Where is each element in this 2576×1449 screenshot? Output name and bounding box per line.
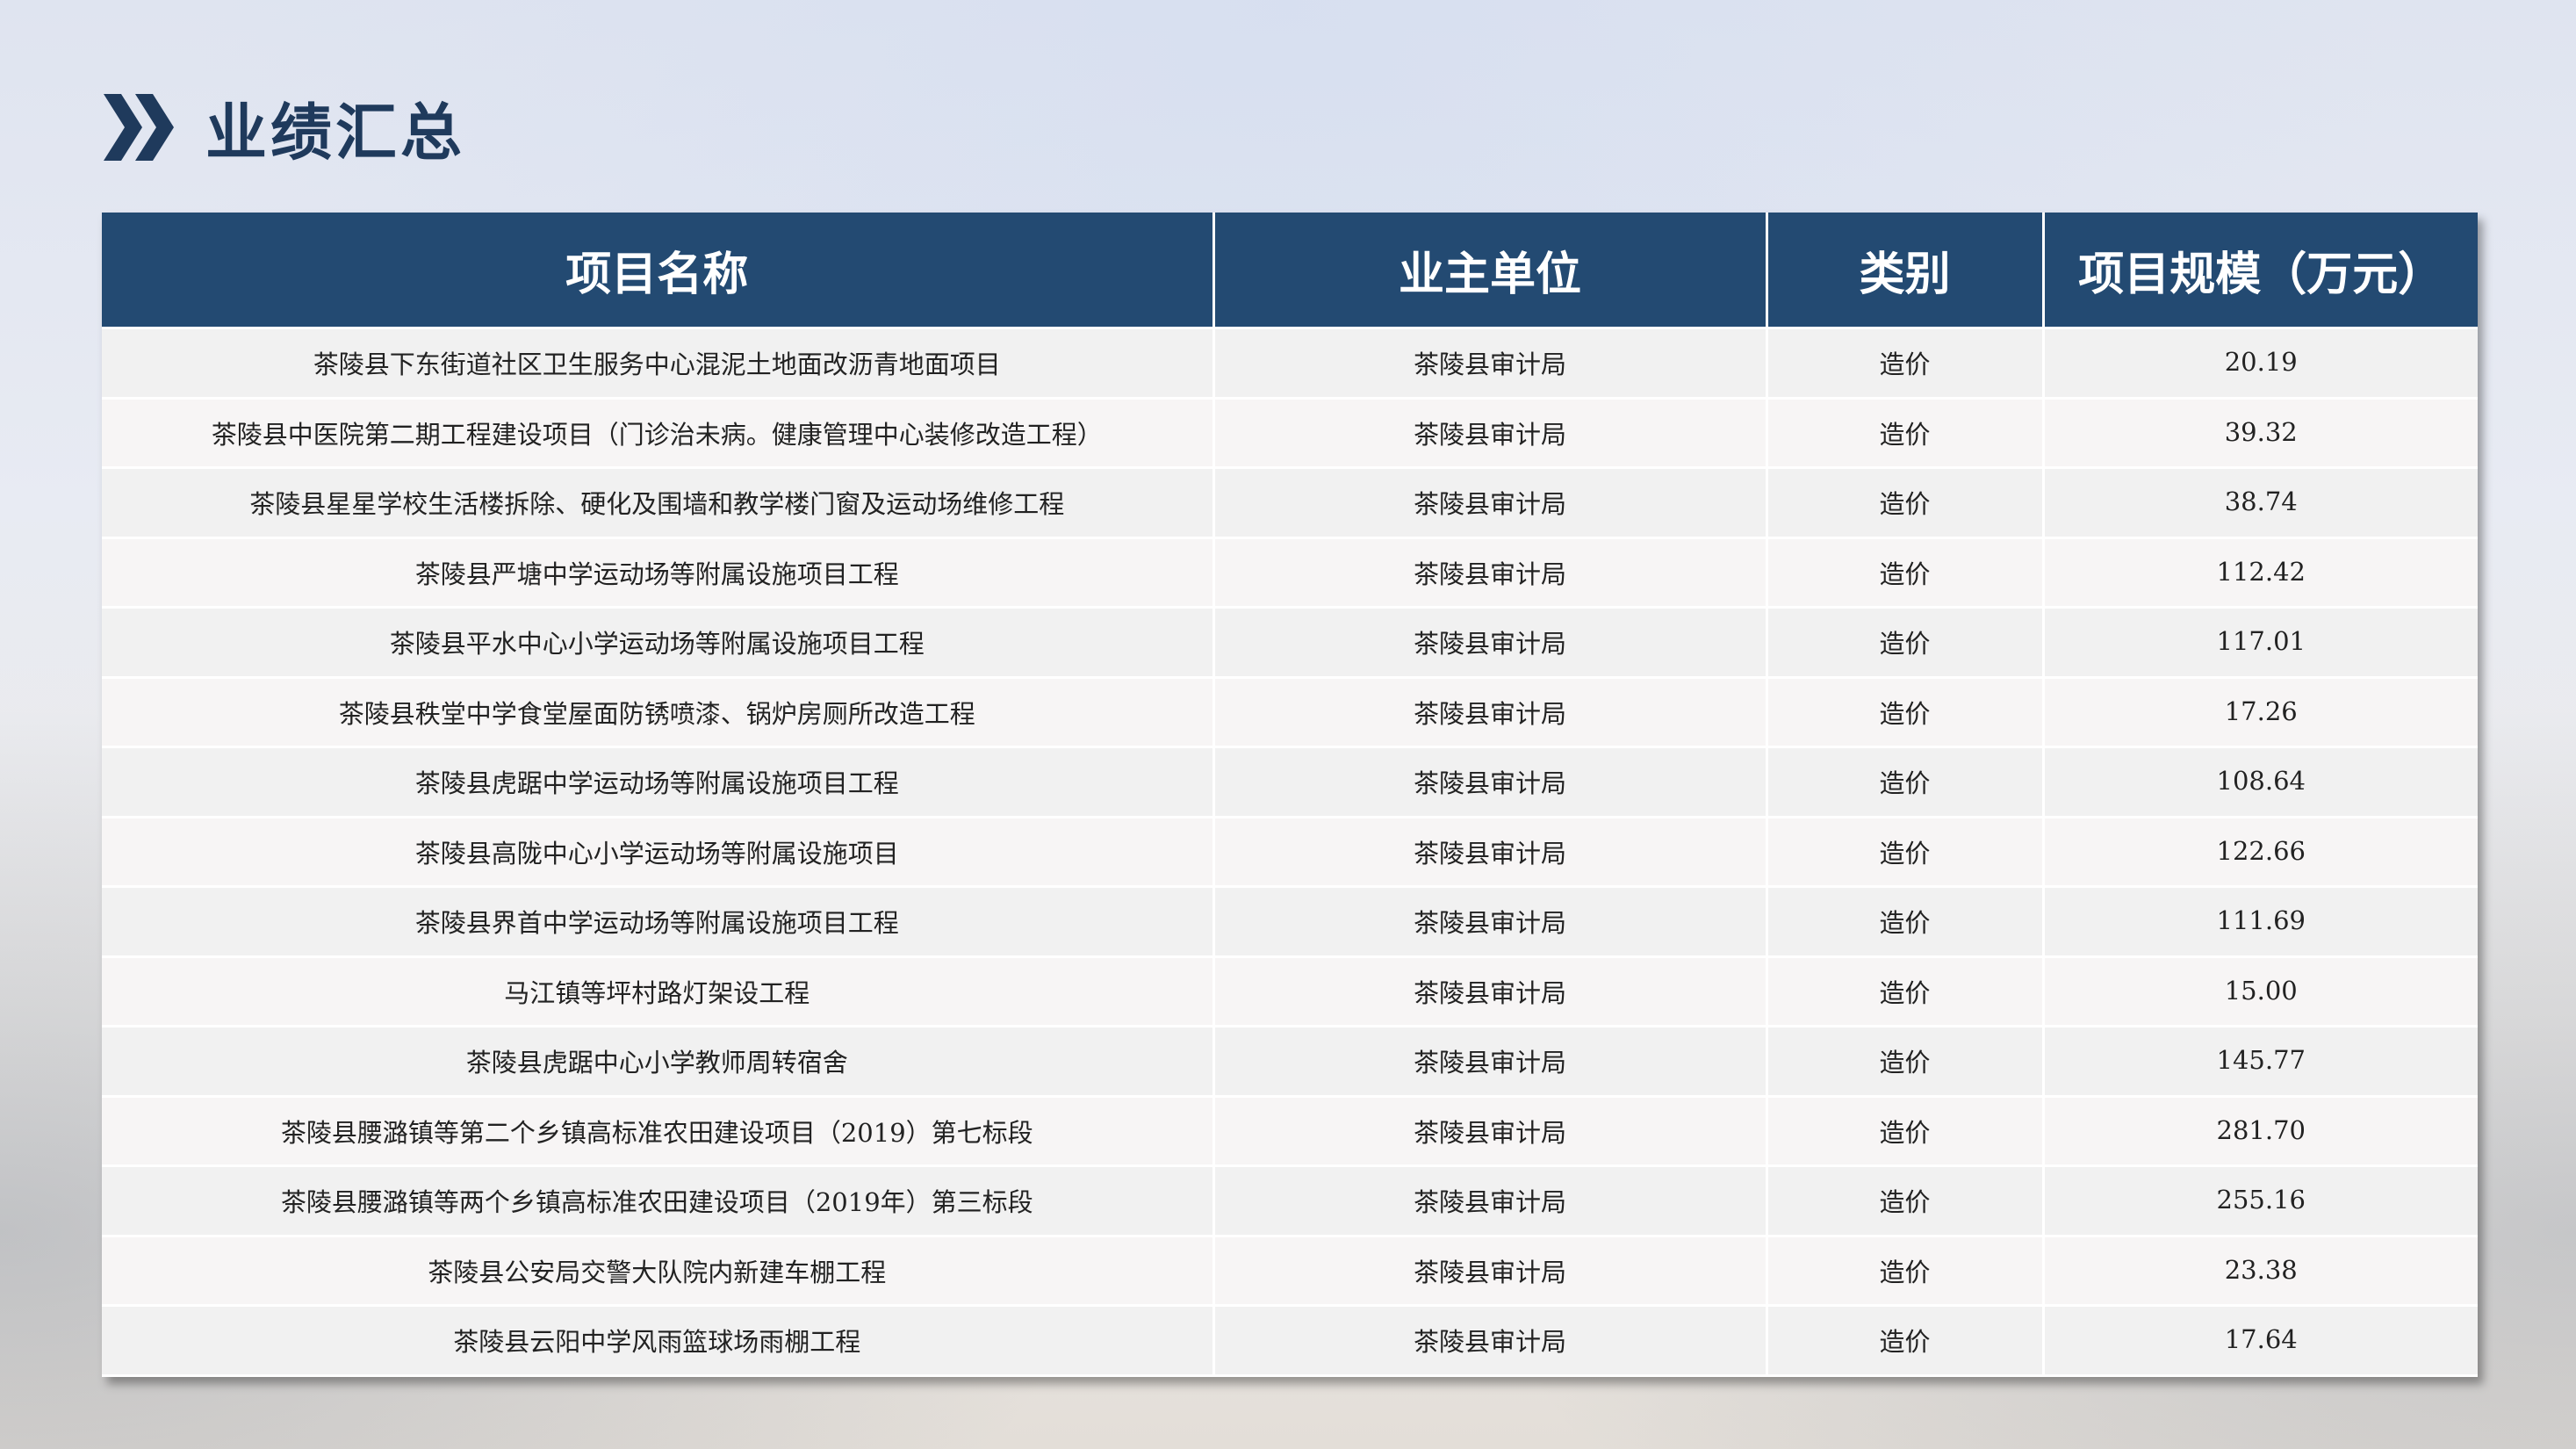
owner-cell: 茶陵县审计局 xyxy=(1213,956,1768,1027)
double-chevron-right-icon xyxy=(104,94,174,161)
scale-cell: 122.66 xyxy=(2043,817,2478,888)
table-row: 茶陵县高陇中心小学运动场等附属设施项目 茶陵县审计局 造价 122.66 xyxy=(102,817,2478,888)
project-name-cell: 茶陵县严塘中学运动场等附属设施项目工程 xyxy=(102,537,1215,609)
category-cell: 造价 xyxy=(1767,746,2045,818)
owner-cell: 茶陵县审计局 xyxy=(1213,1026,1768,1098)
table-row: 茶陵县下东街道社区卫生服务中心混泥土地面改沥青地面项目 茶陵县审计局 造价 20.19 xyxy=(102,328,2478,400)
scale-cell: 111.69 xyxy=(2043,886,2478,958)
project-name-cell: 茶陵县下东街道社区卫生服务中心混泥土地面改沥青地面项目 xyxy=(102,328,1215,400)
owner-cell: 茶陵县审计局 xyxy=(1213,1236,1768,1307)
owner-cell: 茶陵县审计局 xyxy=(1213,1305,1768,1377)
column-header-project-name: 项目名称 xyxy=(102,213,1215,329)
owner-cell: 茶陵县审计局 xyxy=(1213,607,1768,679)
project-name-cell: 茶陵县高陇中心小学运动场等附属设施项目 xyxy=(102,817,1215,888)
project-name-cell: 茶陵县公安局交警大队院内新建车棚工程 xyxy=(102,1236,1215,1307)
scale-cell: 281.70 xyxy=(2043,1096,2478,1167)
scale-cell: 23.38 xyxy=(2043,1236,2478,1307)
owner-cell: 茶陵县审计局 xyxy=(1213,746,1768,818)
project-name-cell: 茶陵县虎踞中心小学教师周转宿舍 xyxy=(102,1026,1215,1098)
table-row: 茶陵县星星学校生活楼拆除、硬化及围墙和教学楼门窗及运动场维修工程 茶陵县审计局 造价… xyxy=(102,467,2478,539)
category-cell: 造价 xyxy=(1767,1026,2045,1098)
category-cell: 造价 xyxy=(1767,1236,2045,1307)
category-cell: 造价 xyxy=(1767,537,2045,609)
table-header-row: 项目名称 业主单位 类别 项目规模（万元） xyxy=(102,213,2478,329)
owner-cell: 茶陵县审计局 xyxy=(1213,1096,1768,1167)
scale-cell: 39.32 xyxy=(2043,398,2478,469)
scale-cell: 38.74 xyxy=(2043,467,2478,539)
category-cell: 造价 xyxy=(1767,328,2045,400)
owner-cell: 茶陵县审计局 xyxy=(1213,817,1768,888)
scale-cell: 15.00 xyxy=(2043,956,2478,1027)
project-name-cell: 茶陵县星星学校生活楼拆除、硬化及围墙和教学楼门窗及运动场维修工程 xyxy=(102,467,1215,539)
page-title: 业绩汇总 xyxy=(205,96,465,169)
table-row: 茶陵县公安局交警大队院内新建车棚工程 茶陵县审计局 造价 23.38 xyxy=(102,1236,2478,1307)
table-row: 茶陵县中医院第二期工程建设项目（门诊治未病。健康管理中心装修改造工程） 茶陵县审计… xyxy=(102,398,2478,469)
category-cell: 造价 xyxy=(1767,956,2045,1027)
table-body: 茶陵县下东街道社区卫生服务中心混泥土地面改沥青地面项目 茶陵县审计局 造价 20.19… xyxy=(102,328,2478,1377)
scale-cell: 255.16 xyxy=(2043,1165,2478,1237)
column-header-category: 类别 xyxy=(1767,213,2045,329)
scale-cell: 145.77 xyxy=(2043,1026,2478,1098)
table-row: 茶陵县界首中学运动场等附属设施项目工程 茶陵县审计局 造价 111.69 xyxy=(102,886,2478,958)
table-row: 茶陵县虎踞中心小学教师周转宿舍 茶陵县审计局 造价 145.77 xyxy=(102,1026,2478,1098)
table-row: 马江镇等坪村路灯架设工程 茶陵县审计局 造价 15.00 xyxy=(102,956,2478,1027)
owner-cell: 茶陵县审计局 xyxy=(1213,886,1768,958)
project-name-cell: 茶陵县腰潞镇等两个乡镇高标准农田建设项目（2019年）第三标段 xyxy=(102,1165,1215,1237)
project-name-cell: 茶陵县云阳中学风雨篮球场雨棚工程 xyxy=(102,1305,1215,1377)
project-name-cell: 茶陵县虎踞中学运动场等附属设施项目工程 xyxy=(102,746,1215,818)
category-cell: 造价 xyxy=(1767,398,2045,469)
table-row: 茶陵县平水中心小学运动场等附属设施项目工程 茶陵县审计局 造价 117.01 xyxy=(102,607,2478,679)
table-row: 茶陵县腰潞镇等两个乡镇高标准农田建设项目（2019年）第三标段 茶陵县审计局 造价 2… xyxy=(102,1165,2478,1237)
owner-cell: 茶陵县审计局 xyxy=(1213,677,1768,748)
performance-table-container: 项目名称 业主单位 类别 项目规模（万元） 茶陵县下东街道社区卫生服务中心混泥土… xyxy=(102,213,2478,1377)
category-cell: 造价 xyxy=(1767,607,2045,679)
project-name-cell: 茶陵县腰潞镇等第二个乡镇高标准农田建设项目（2019）第七标段 xyxy=(102,1096,1215,1167)
scale-cell: 117.01 xyxy=(2043,607,2478,679)
performance-table: 项目名称 业主单位 类别 项目规模（万元） 茶陵县下东街道社区卫生服务中心混泥土… xyxy=(102,213,2478,1377)
owner-cell: 茶陵县审计局 xyxy=(1213,1165,1768,1237)
category-cell: 造价 xyxy=(1767,1096,2045,1167)
scale-cell: 17.64 xyxy=(2043,1305,2478,1377)
table-row: 茶陵县虎踞中学运动场等附属设施项目工程 茶陵县审计局 造价 108.64 xyxy=(102,746,2478,818)
scale-cell: 20.19 xyxy=(2043,328,2478,400)
table-row: 茶陵县秩堂中学食堂屋面防锈喷漆、锅炉房厕所改造工程 茶陵县审计局 造价 17.26 xyxy=(102,677,2478,748)
scale-cell: 17.26 xyxy=(2043,677,2478,748)
category-cell: 造价 xyxy=(1767,677,2045,748)
owner-cell: 茶陵县审计局 xyxy=(1213,467,1768,539)
column-header-owner: 业主单位 xyxy=(1213,213,1768,329)
title-row: 业绩汇总 xyxy=(104,88,465,169)
project-name-cell: 马江镇等坪村路灯架设工程 xyxy=(102,956,1215,1027)
table-row: 茶陵县严塘中学运动场等附属设施项目工程 茶陵县审计局 造价 112.42 xyxy=(102,537,2478,609)
table-row: 茶陵县云阳中学风雨篮球场雨棚工程 茶陵县审计局 造价 17.64 xyxy=(102,1305,2478,1377)
scale-cell: 112.42 xyxy=(2043,537,2478,609)
project-name-cell: 茶陵县中医院第二期工程建设项目（门诊治未病。健康管理中心装修改造工程） xyxy=(102,398,1215,469)
category-cell: 造价 xyxy=(1767,886,2045,958)
project-name-cell: 茶陵县界首中学运动场等附属设施项目工程 xyxy=(102,886,1215,958)
category-cell: 造价 xyxy=(1767,1165,2045,1237)
table-row: 茶陵县腰潞镇等第二个乡镇高标准农田建设项目（2019）第七标段 茶陵县审计局 造价 2… xyxy=(102,1096,2478,1167)
project-name-cell: 茶陵县平水中心小学运动场等附属设施项目工程 xyxy=(102,607,1215,679)
column-header-scale: 项目规模（万元） xyxy=(2043,213,2478,329)
scale-cell: 108.64 xyxy=(2043,746,2478,818)
category-cell: 造价 xyxy=(1767,467,2045,539)
category-cell: 造价 xyxy=(1767,817,2045,888)
project-name-cell: 茶陵县秩堂中学食堂屋面防锈喷漆、锅炉房厕所改造工程 xyxy=(102,677,1215,748)
category-cell: 造价 xyxy=(1767,1305,2045,1377)
owner-cell: 茶陵县审计局 xyxy=(1213,398,1768,469)
owner-cell: 茶陵县审计局 xyxy=(1213,328,1768,400)
owner-cell: 茶陵县审计局 xyxy=(1213,537,1768,609)
